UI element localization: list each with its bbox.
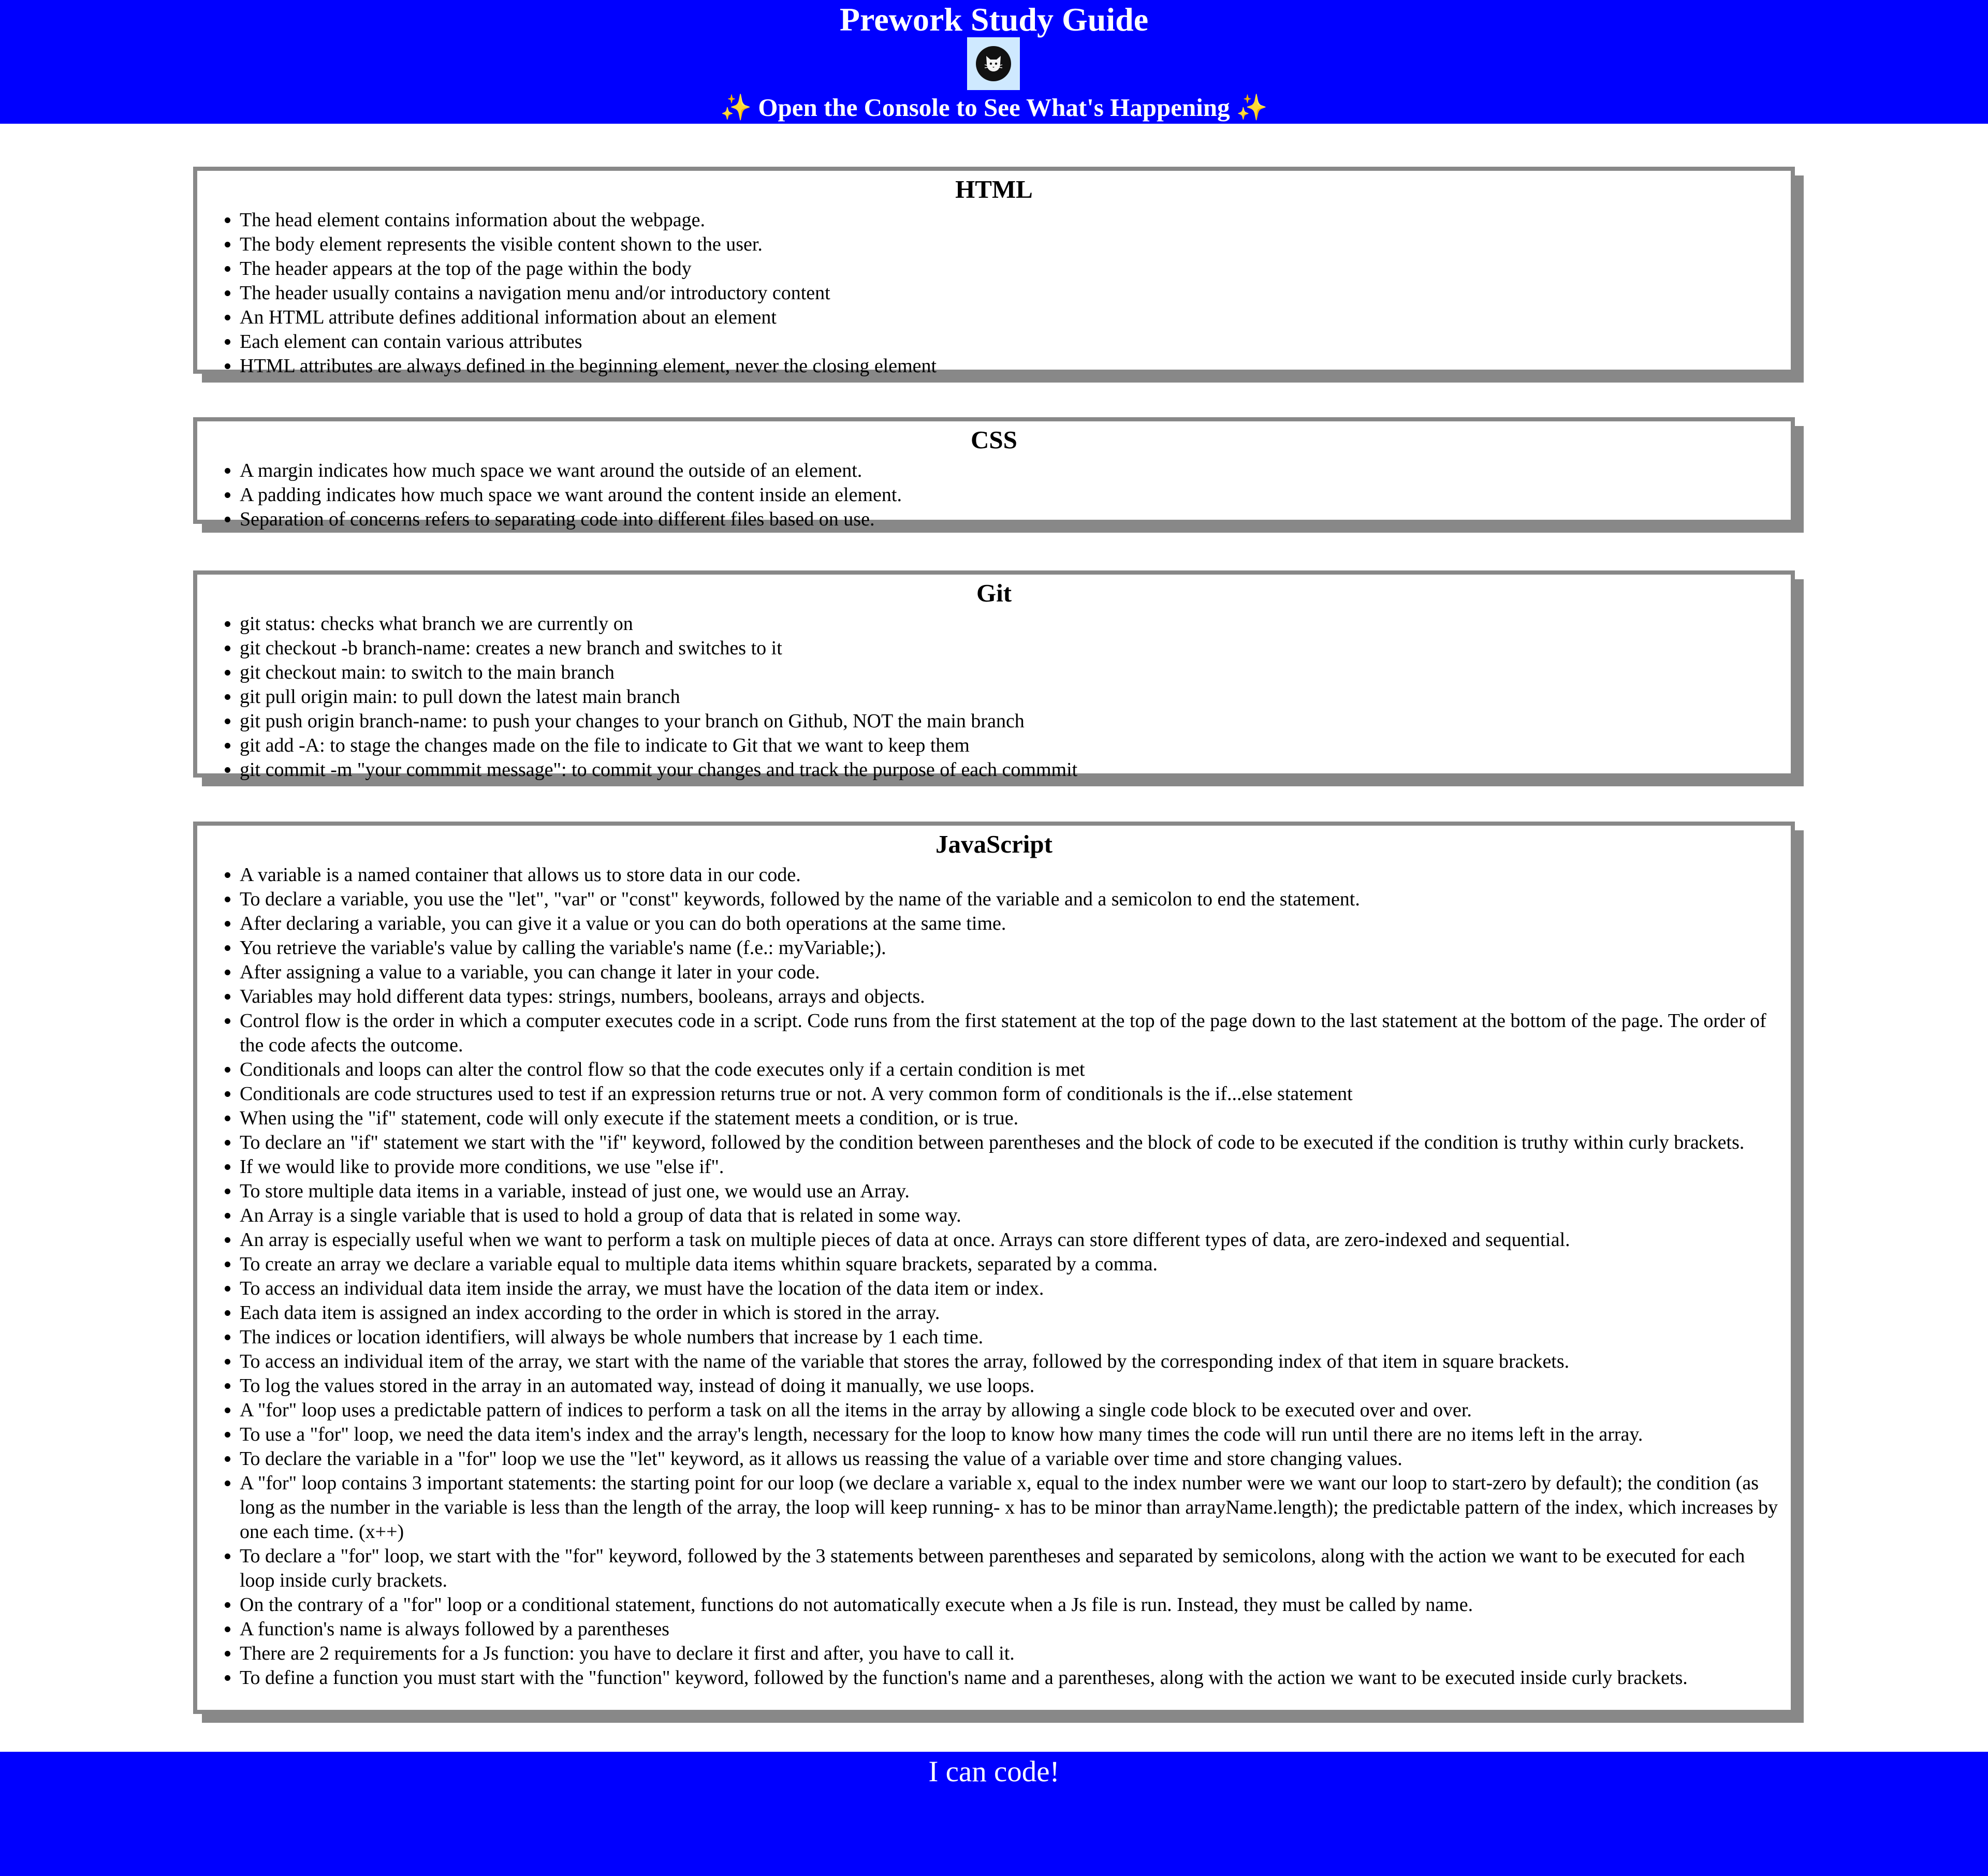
git-command: git checkout main: to switch to the main… — [240, 661, 1785, 685]
javascript-note: Conditionals are code structures used to… — [240, 1082, 1785, 1106]
javascript-note: To access an individual data item inside… — [240, 1277, 1785, 1301]
html-note: Each element can contain various attribu… — [240, 330, 1785, 354]
html-note: The head element contains information ab… — [240, 208, 1785, 232]
sparkle-right-icon: ✨ — [1236, 93, 1268, 122]
css-note: A margin indicates how much space we wan… — [240, 459, 1785, 483]
css-section: CSS A margin indicates how much space we… — [193, 417, 1795, 530]
javascript-note: To use a "for" loop, we need the data it… — [240, 1423, 1785, 1447]
git-command: git status: checks what branch we are cu… — [240, 612, 1785, 636]
javascript-notes-list: A variable is a named container that all… — [197, 863, 1791, 1690]
javascript-note: On the contrary of a "for" loop or a con… — [240, 1593, 1785, 1617]
javascript-section: JavaScript A variable is a named contain… — [193, 822, 1795, 1714]
css-notes-list: A margin indicates how much space we wan… — [197, 459, 1791, 532]
javascript-note: A variable is a named container that all… — [240, 863, 1785, 887]
git-command: git pull origin main: to pull down the l… — [240, 685, 1785, 709]
git-commands-list: git status: checks what branch we are cu… — [197, 612, 1791, 782]
css-note: Separation of concerns refers to separat… — [240, 507, 1785, 532]
html-note: HTML attributes are always defined in th… — [240, 354, 1785, 378]
page-footer: I can code! — [0, 1752, 1988, 1876]
javascript-note: Variables may hold different data types:… — [240, 985, 1785, 1009]
html-note: The header usually contains a navigation… — [240, 281, 1785, 305]
git-command: git add -A: to stage the changes made on… — [240, 734, 1785, 758]
javascript-note: When using the "if" statement, code will… — [240, 1106, 1785, 1131]
javascript-note: A "for" loop uses a predictable pattern … — [240, 1398, 1785, 1423]
html-note: The header appears at the top of the pag… — [240, 257, 1785, 281]
console-message: ✨ Open the Console to See What's Happeni… — [0, 92, 1988, 124]
sparkle-left-icon: ✨ — [720, 93, 752, 122]
html-section: HTML The head element contains informati… — [193, 167, 1795, 377]
javascript-note: To create an array we declare a variable… — [240, 1252, 1785, 1277]
javascript-note: Control flow is the order in which a com… — [240, 1009, 1785, 1058]
javascript-note: An array is especially useful when we wa… — [240, 1228, 1785, 1252]
javascript-note: To declare an "if" statement we start wi… — [240, 1131, 1785, 1155]
git-command: git commit -m "your commmit message": to… — [240, 758, 1785, 782]
html-notes-list: The head element contains information ab… — [197, 208, 1791, 378]
javascript-note: After declaring a variable, you can give… — [240, 912, 1785, 936]
html-note: An HTML attribute defines additional inf… — [240, 305, 1785, 330]
console-message-text: Open the Console to See What's Happening — [758, 93, 1230, 122]
javascript-note: If we would like to provide more conditi… — [240, 1155, 1785, 1179]
javascript-note: To log the values stored in the array in… — [240, 1374, 1785, 1398]
git-section: Git git status: checks what branch we ar… — [193, 570, 1795, 781]
javascript-note: To access an individual item of the arra… — [240, 1350, 1785, 1374]
javascript-note: A "for" loop contains 3 important statem… — [240, 1471, 1785, 1544]
javascript-note: To declare a "for" loop, we start with t… — [240, 1544, 1785, 1593]
javascript-note: After assigning a value to a variable, y… — [240, 960, 1785, 985]
javascript-section-title: JavaScript — [935, 830, 1053, 858]
cat-icon — [984, 56, 1003, 71]
site-logo — [967, 37, 1020, 90]
javascript-note: An Array is a single variable that is us… — [240, 1204, 1785, 1228]
git-command: git push origin branch-name: to push you… — [240, 709, 1785, 734]
css-section-title: CSS — [971, 426, 1017, 454]
javascript-note: Conditionals and loops can alter the con… — [240, 1058, 1785, 1082]
javascript-note: You retrieve the variable's value by cal… — [240, 936, 1785, 960]
javascript-note: To declare a variable, you use the "let"… — [240, 887, 1785, 912]
git-section-title: Git — [976, 579, 1012, 607]
css-note: A padding indicates how much space we wa… — [240, 483, 1785, 507]
git-command: git checkout -b branch-name: creates a n… — [240, 636, 1785, 661]
footer-text: I can code! — [928, 1755, 1060, 1788]
javascript-note: Each data item is assigned an index acco… — [240, 1301, 1785, 1325]
javascript-note: To store multiple data items in a variab… — [240, 1179, 1785, 1204]
javascript-note: A function's name is always followed by … — [240, 1617, 1785, 1642]
javascript-note: To declare the variable in a "for" loop … — [240, 1447, 1785, 1471]
javascript-note: The indices or location identifiers, wil… — [240, 1325, 1785, 1350]
javascript-note: There are 2 requirements for a Js functi… — [240, 1642, 1785, 1666]
html-note: The body element represents the visible … — [240, 232, 1785, 257]
logo-circle — [976, 46, 1011, 81]
html-section-title: HTML — [955, 175, 1033, 203]
page-header: Prework Study Guide ✨ Open the Console t… — [0, 0, 1988, 124]
javascript-note: To define a function you must start with… — [240, 1666, 1785, 1690]
page-title: Prework Study Guide — [839, 1, 1149, 38]
